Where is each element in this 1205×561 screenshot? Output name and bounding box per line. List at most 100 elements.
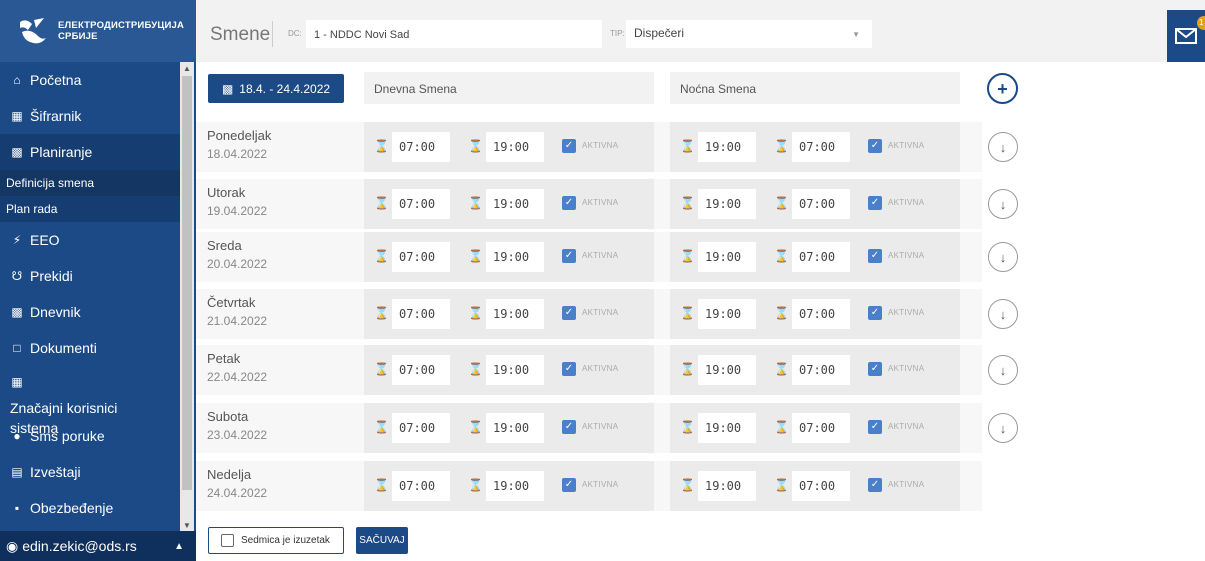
day-name: Sreda bbox=[207, 238, 242, 253]
night-shift: ⌛ 19:00 ⌛ 07:00 ✓ AKTIVNA bbox=[670, 289, 960, 339]
night-start-time[interactable]: 19:00 bbox=[698, 299, 756, 329]
scroll-down-icon[interactable]: ▼ bbox=[183, 521, 191, 530]
active-label: AKTIVNA bbox=[582, 308, 619, 317]
night-end-time[interactable]: 07:00 bbox=[792, 242, 850, 272]
night-end-time[interactable]: 07:00 bbox=[792, 132, 850, 162]
day-row: Utorak 19.04.2022 ⌛ 07:00 ⌛ 19:00 ✓ AKTI… bbox=[196, 179, 1205, 229]
sidebar-item-label: Sms poruke bbox=[30, 428, 105, 444]
sidebar-item-label: EEO bbox=[30, 232, 60, 248]
day-name: Nedelja bbox=[207, 467, 252, 482]
page-title: Smene bbox=[210, 24, 271, 45]
sidebar-item-dnevnik[interactable]: ▩ Dnevnik bbox=[0, 294, 180, 330]
night-end-time[interactable]: 07:00 bbox=[792, 413, 850, 443]
night-start-time[interactable]: 19:00 bbox=[698, 355, 756, 385]
day-shift: ⌛ 07:00 ⌛ 19:00 ✓ AKTIVNA bbox=[364, 179, 654, 229]
day-shift: ⌛ 07:00 ⌛ 19:00 ✓ AKTIVNA bbox=[364, 122, 654, 172]
night-start-time[interactable]: 19:00 bbox=[698, 471, 756, 501]
night-end-time[interactable]: 07:00 bbox=[792, 471, 850, 501]
night-start-time[interactable]: 19:00 bbox=[698, 242, 756, 272]
day-end-time[interactable]: 19:00 bbox=[486, 299, 544, 329]
copy-down-button[interactable]: ↓ bbox=[988, 299, 1018, 329]
day-name: Subota bbox=[207, 409, 249, 424]
sidebar-item-planiranje[interactable]: ▩ Planiranje bbox=[0, 134, 180, 170]
add-shift-button[interactable]: + bbox=[987, 73, 1018, 104]
save-button[interactable]: SAČUVAJ bbox=[356, 527, 408, 554]
sidebar-subitem-plan-rada[interactable]: Plan rada bbox=[0, 196, 180, 222]
scrollbar-thumb[interactable] bbox=[182, 76, 192, 490]
hourglass-icon: ⌛ bbox=[680, 478, 695, 492]
week-range-button[interactable]: ▩ 18.4. - 24.4.2022 bbox=[208, 74, 344, 103]
night-start-time[interactable]: 19:00 bbox=[698, 413, 756, 443]
sidebar-item-znacajni-korisnici[interactable]: ▦ Značajni korisnici sistema bbox=[0, 366, 180, 436]
week-exception-checkbox[interactable] bbox=[221, 534, 234, 547]
day-start-time[interactable]: 07:00 bbox=[392, 471, 450, 501]
night-end-time[interactable]: 07:00 bbox=[792, 189, 850, 219]
night-shift: ⌛ 19:00 ⌛ 07:00 ✓ AKTIVNA bbox=[670, 179, 960, 229]
day-end-time[interactable]: 19:00 bbox=[486, 355, 544, 385]
sidebar-item-dokumenti[interactable]: □ Dokumenti bbox=[0, 330, 180, 366]
active-checkbox[interactable]: ✓ bbox=[868, 362, 882, 376]
day-date: 24.04.2022 bbox=[207, 486, 268, 500]
copy-down-button[interactable]: ↓ bbox=[988, 242, 1018, 272]
copy-down-button[interactable]: ↓ bbox=[988, 413, 1018, 443]
week-exception-toggle[interactable]: Sedmica je izuzetak bbox=[208, 527, 344, 554]
sidebar-scrollbar[interactable]: ▲ ▼ bbox=[180, 62, 194, 532]
active-checkbox[interactable]: ✓ bbox=[562, 420, 576, 434]
plus-icon: + bbox=[997, 78, 1008, 99]
night-end-time[interactable]: 07:00 bbox=[792, 299, 850, 329]
day-start-time[interactable]: 07:00 bbox=[392, 299, 450, 329]
tip-select-value: Dispečeri bbox=[634, 26, 685, 40]
hourglass-icon: ⌛ bbox=[374, 249, 389, 263]
day-start-time[interactable]: 07:00 bbox=[392, 189, 450, 219]
sidebar-item-pocetna[interactable]: ⌂ Početna bbox=[0, 62, 180, 98]
night-end-time[interactable]: 07:00 bbox=[792, 355, 850, 385]
active-checkbox[interactable]: ✓ bbox=[868, 306, 882, 320]
day-end-time[interactable]: 19:00 bbox=[486, 242, 544, 272]
day-end-time[interactable]: 19:00 bbox=[486, 132, 544, 162]
active-checkbox[interactable]: ✓ bbox=[868, 478, 882, 492]
scroll-up-icon[interactable]: ▲ bbox=[183, 64, 191, 73]
active-checkbox[interactable]: ✓ bbox=[562, 139, 576, 153]
active-checkbox[interactable]: ✓ bbox=[868, 139, 882, 153]
copy-down-button[interactable]: ↓ bbox=[988, 355, 1018, 385]
active-checkbox[interactable]: ✓ bbox=[868, 196, 882, 210]
active-checkbox[interactable]: ✓ bbox=[868, 420, 882, 434]
active-checkbox[interactable]: ✓ bbox=[868, 249, 882, 263]
day-end-time[interactable]: 19:00 bbox=[486, 471, 544, 501]
night-start-time[interactable]: 19:00 bbox=[698, 189, 756, 219]
day-shift: ⌛ 07:00 ⌛ 19:00 ✓ AKTIVNA bbox=[364, 461, 654, 511]
chevron-down-icon: ▼ bbox=[852, 30, 860, 39]
user-menu[interactable]: ◉ edin.zekic@ods.rs ▲ bbox=[0, 531, 196, 561]
day-start-time[interactable]: 07:00 bbox=[392, 132, 450, 162]
day-start-time[interactable]: 07:00 bbox=[392, 355, 450, 385]
sidebar-item-sifrarnik[interactable]: ▦ Šifrarnik bbox=[0, 98, 180, 134]
sidebar-item-izvestaji[interactable]: ▤ Izveštaji bbox=[0, 454, 180, 490]
day-name: Četvrtak bbox=[207, 295, 256, 310]
sidebar-subitem-definicija-smena[interactable]: Definicija smena bbox=[0, 170, 180, 196]
sidebar-item-label: Prekidi bbox=[30, 268, 73, 284]
night-start-time[interactable]: 19:00 bbox=[698, 132, 756, 162]
active-checkbox[interactable]: ✓ bbox=[562, 249, 576, 263]
copy-down-button[interactable]: ↓ bbox=[988, 189, 1018, 219]
sidebar-item-prekidi[interactable]: ☋ Prekidi bbox=[0, 258, 180, 294]
messages-button[interactable]: 1 bbox=[1167, 10, 1205, 62]
sidebar-item-eeo[interactable]: ⚡ EEO bbox=[0, 222, 180, 258]
sidebar-item-obezbedjenje[interactable]: ▪ Obezbeđenje bbox=[0, 490, 180, 526]
active-checkbox[interactable]: ✓ bbox=[562, 478, 576, 492]
day-end-time[interactable]: 19:00 bbox=[486, 413, 544, 443]
active-checkbox[interactable]: ✓ bbox=[562, 196, 576, 210]
dc-field[interactable]: 1 - NDDC Novi Sad bbox=[306, 20, 602, 48]
hourglass-icon: ⌛ bbox=[468, 249, 483, 263]
brand-logo[interactable]: ЕЛЕКТРОДИСТРИБУЦИЈА СРБИЈЕ bbox=[0, 0, 196, 62]
tip-select[interactable]: Dispečeri ▼ bbox=[626, 20, 872, 48]
day-start-time[interactable]: 07:00 bbox=[392, 242, 450, 272]
header-divider bbox=[272, 21, 273, 47]
copy-down-button[interactable]: ↓ bbox=[988, 132, 1018, 162]
sidebar-item-label: Obezbeđenje bbox=[30, 500, 114, 516]
day-end-time[interactable]: 19:00 bbox=[486, 189, 544, 219]
active-checkbox[interactable]: ✓ bbox=[562, 306, 576, 320]
active-checkbox[interactable]: ✓ bbox=[562, 362, 576, 376]
hourglass-icon: ⌛ bbox=[374, 420, 389, 434]
hourglass-icon: ⌛ bbox=[468, 362, 483, 376]
day-start-time[interactable]: 07:00 bbox=[392, 413, 450, 443]
